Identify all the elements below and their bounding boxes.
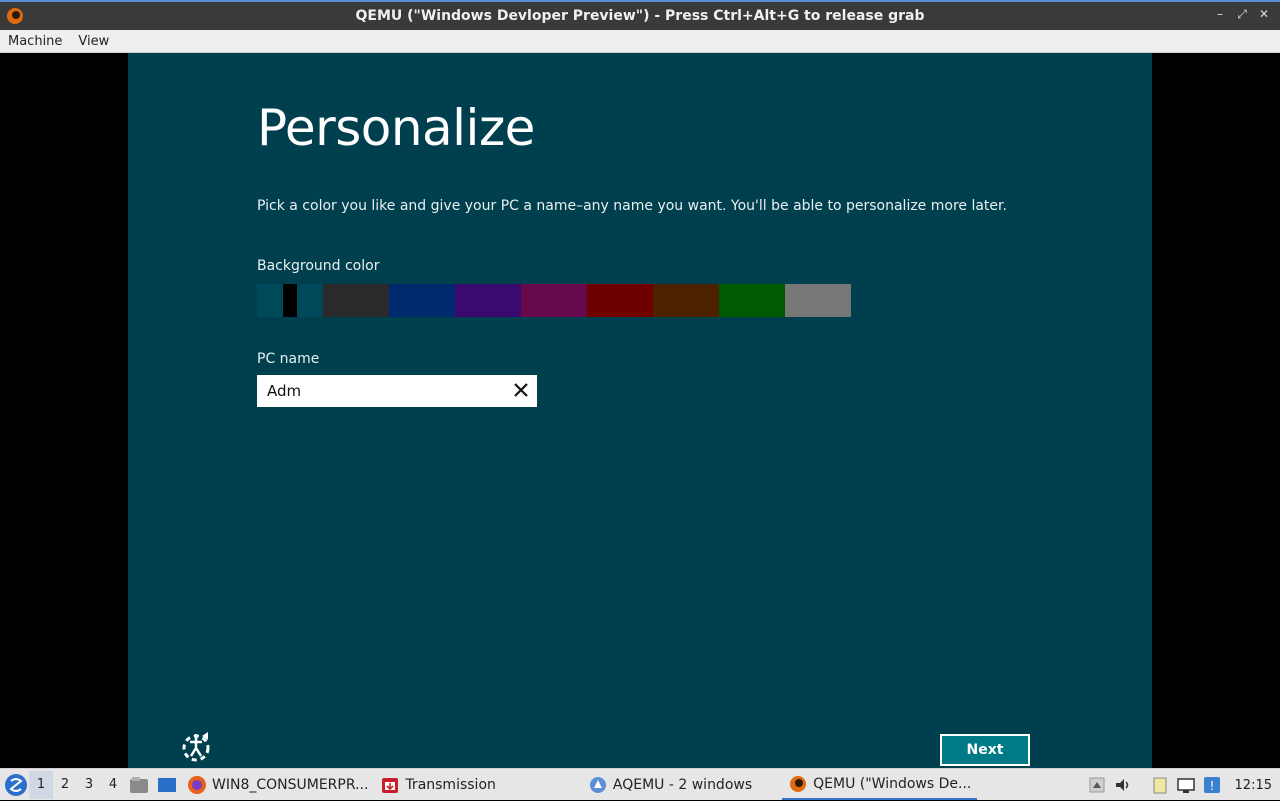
task-firefox[interactable]: WIN8_CONSUMERPR... [181,770,374,800]
pc-name-input[interactable] [257,376,497,406]
qemu-icon [7,8,23,24]
task-qemu[interactable]: QEMU ("Windows De... [782,770,978,800]
task-aqemu[interactable]: AQEMU - 2 windows [582,770,758,800]
workspace-2[interactable]: 2 [53,771,77,799]
swatch-magenta[interactable] [521,284,587,317]
window-title: QEMU ("Windows Devloper Preview") - Pres… [355,8,925,24]
menu-machine[interactable]: Machine [0,34,70,49]
ease-of-access-icon[interactable] [180,730,214,764]
swatch-gray[interactable] [785,284,851,317]
clipboard-icon[interactable] [1150,775,1170,795]
color-slider-thumb[interactable] [283,284,297,317]
task-label: Transmission [405,776,496,793]
window-titlebar: QEMU ("Windows Devloper Preview") - Pres… [0,0,1280,30]
swatch-charcoal[interactable] [323,284,389,317]
pc-name-label: PC name [257,351,320,367]
volume-icon[interactable] [1113,775,1133,795]
task-label: AQEMU - 2 windows [612,776,753,793]
color-swatches [257,284,851,317]
pc-name-box [257,375,537,407]
guest-screen: Personalize Pick a color you like and gi… [128,53,1152,768]
task-transmission[interactable]: Transmission [374,770,501,800]
firefox-icon [188,775,206,794]
swatch-green[interactable] [719,284,785,317]
close-icon[interactable]: ✕ [1256,6,1272,22]
qemu-icon [790,775,807,792]
file-manager-icon[interactable] [128,774,150,796]
swatch-navy[interactable] [389,284,455,317]
page-description: Pick a color you like and give your PC a… [257,198,1007,214]
transmission-icon [382,777,399,793]
minimize-icon[interactable]: – [1212,6,1228,22]
update-icon[interactable]: ! [1202,775,1222,795]
menubar: Machine View [0,30,1280,53]
network-icon[interactable] [1176,775,1196,795]
clear-icon[interactable] [511,380,531,400]
swatch-red[interactable] [587,284,653,317]
aqemu-icon [589,776,606,793]
system-tray: ! 12:15 [1084,769,1280,801]
task-label: QEMU ("Windows De... [813,775,972,792]
desktop-icon[interactable] [156,774,178,796]
menu-view[interactable]: View [70,34,117,49]
up-arrow-icon[interactable] [1087,775,1107,795]
svg-text:!: ! [1209,779,1214,793]
taskbar: 1 2 3 4 WIN8_CONSUMERPR... Transmission … [0,768,1280,800]
workspace-3[interactable]: 3 [77,771,101,799]
color-slider[interactable] [257,284,323,317]
workspace-1[interactable]: 1 [29,770,53,799]
next-button[interactable]: Next [940,734,1030,766]
page-title: Personalize [257,99,535,157]
swatch-brown[interactable] [653,284,719,317]
background-color-label: Background color [257,258,380,274]
clock: 12:15 [1234,777,1272,793]
maximize-icon[interactable]: ⤢ [1234,6,1250,22]
workspace-4[interactable]: 4 [101,771,125,799]
task-label: WIN8_CONSUMERPR... [212,776,369,793]
swatch-purple[interactable] [455,284,521,317]
start-menu-icon[interactable] [3,772,29,798]
